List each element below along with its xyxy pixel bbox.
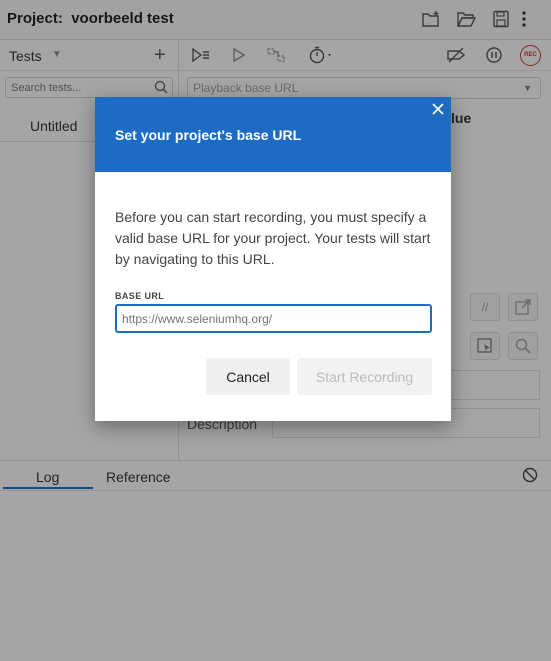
- dialog-header: Set your project's base URL: [95, 97, 451, 172]
- start-recording-button[interactable]: Start Recording: [297, 358, 432, 395]
- base-url-label: BASE URL: [115, 291, 165, 301]
- base-url-field[interactable]: [115, 304, 432, 333]
- dialog-title: Set your project's base URL: [115, 127, 302, 143]
- cancel-button[interactable]: Cancel: [206, 358, 290, 395]
- base-url-input[interactable]: [117, 306, 417, 331]
- close-icon[interactable]: [431, 102, 445, 116]
- base-url-dialog: Set your project's base URL Before you c…: [95, 97, 451, 421]
- dialog-message: Before you can start recording, you must…: [115, 209, 431, 267]
